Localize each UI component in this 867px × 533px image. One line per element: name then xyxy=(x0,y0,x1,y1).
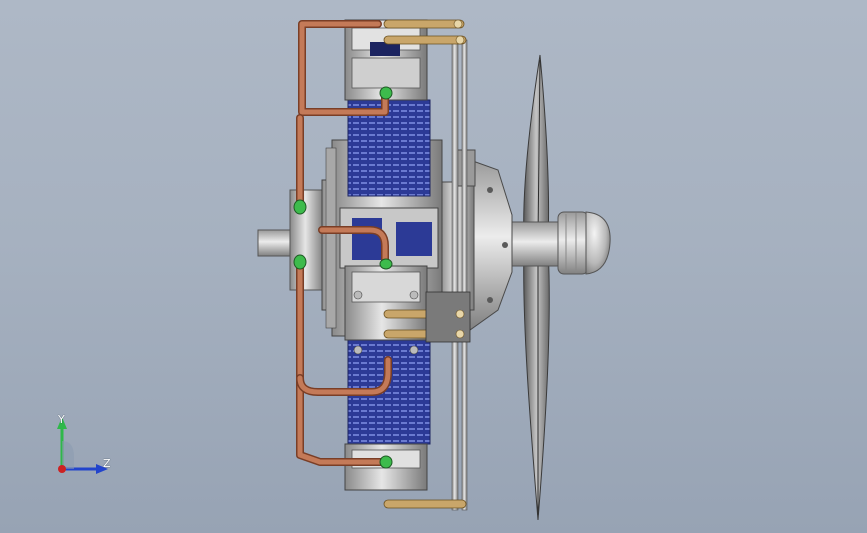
propeller[interactable] xyxy=(523,54,550,521)
engine-model[interactable] xyxy=(0,0,867,533)
y-axis-label: Y xyxy=(58,413,65,426)
z-axis-label: Z xyxy=(103,457,111,470)
output-shaft[interactable] xyxy=(257,189,325,291)
orientation-triad xyxy=(57,417,108,474)
graphics-viewport[interactable]: Y Z xyxy=(0,0,867,533)
